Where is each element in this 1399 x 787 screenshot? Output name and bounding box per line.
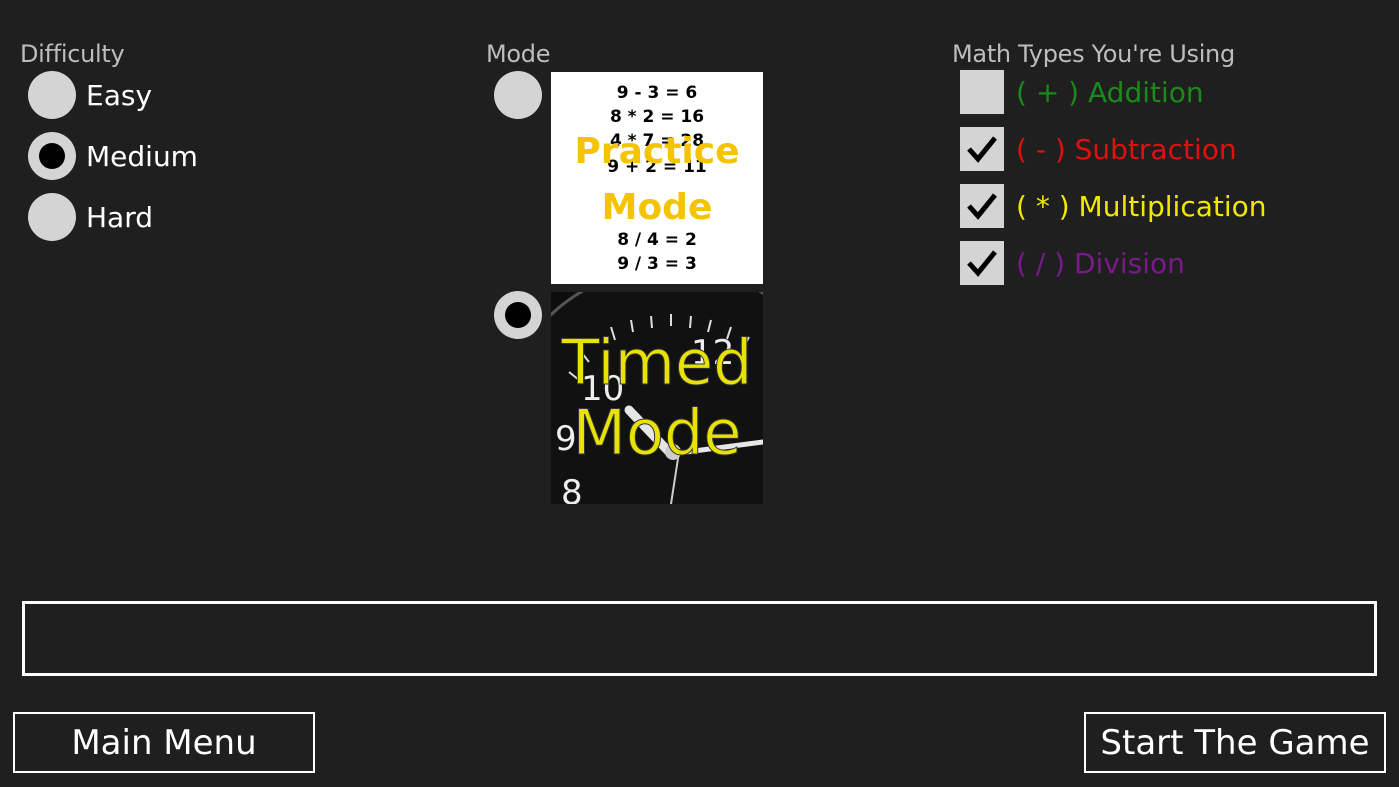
practice-equation: 9 - 3 = 6 — [616, 83, 698, 103]
radio-selected-dot — [505, 302, 531, 328]
timed-mode-radio[interactable] — [494, 291, 542, 339]
checkmark-icon — [967, 250, 997, 277]
message-box — [22, 601, 1377, 676]
difficulty-heading: Difficulty — [20, 40, 125, 68]
hard-label: Hard — [86, 200, 154, 234]
practice-equation: 9 / 3 = 3 — [617, 254, 697, 274]
start-game-button[interactable]: Start The Game — [1084, 712, 1386, 773]
practice-mode-title: Practice Mode — [551, 124, 763, 236]
division-label: ( / ) Division — [1016, 246, 1185, 280]
difficulty-option-easy[interactable]: Easy — [28, 71, 152, 119]
subtraction-checkbox[interactable] — [960, 127, 1004, 171]
medium-radio[interactable] — [28, 132, 76, 180]
clock-number: 8 — [561, 473, 583, 504]
math-types-heading: Math Types You're Using — [952, 40, 1235, 68]
subtraction-label: ( - ) Subtraction — [1016, 132, 1237, 166]
easy-label: Easy — [86, 78, 153, 112]
timed-mode-image[interactable]: 12 10 9 8 Timed Mode — [551, 292, 763, 504]
addition-checkbox[interactable] — [960, 70, 1004, 114]
practice-title-line1: Practice — [574, 131, 740, 172]
medium-label: Medium — [86, 139, 198, 173]
difficulty-option-medium[interactable]: Medium — [28, 132, 198, 180]
practice-mode-image[interactable]: 9 - 3 = 6 8 * 2 = 16 4 * 7 = 28 9 + 2 = … — [551, 72, 763, 284]
checkmark-icon — [967, 193, 997, 220]
radio-selected-dot — [39, 143, 65, 169]
difficulty-option-hard[interactable]: Hard — [28, 193, 153, 241]
checkmark-icon — [967, 136, 997, 163]
main-menu-button[interactable]: Main Menu — [13, 712, 315, 773]
addition-label: ( + ) Addition — [1016, 75, 1204, 109]
math-type-division[interactable]: ( / ) Division — [960, 241, 1185, 285]
mode-heading: Mode — [486, 40, 551, 68]
practice-mode-radio[interactable] — [494, 71, 542, 119]
timed-mode-title: Timed Mode — [551, 326, 763, 469]
math-type-multiplication[interactable]: ( * ) Multiplication — [960, 184, 1267, 228]
multiplication-label: ( * ) Multiplication — [1016, 189, 1267, 223]
timed-title-line2: Mode — [572, 396, 742, 469]
multiplication-checkbox[interactable] — [960, 184, 1004, 228]
easy-radio[interactable] — [28, 71, 76, 119]
hard-radio[interactable] — [28, 193, 76, 241]
timed-title-line1: Timed — [561, 326, 753, 399]
math-type-subtraction[interactable]: ( - ) Subtraction — [960, 127, 1237, 171]
division-checkbox[interactable] — [960, 241, 1004, 285]
practice-title-line2: Mode — [601, 187, 713, 228]
math-type-addition[interactable]: ( + ) Addition — [960, 70, 1204, 114]
